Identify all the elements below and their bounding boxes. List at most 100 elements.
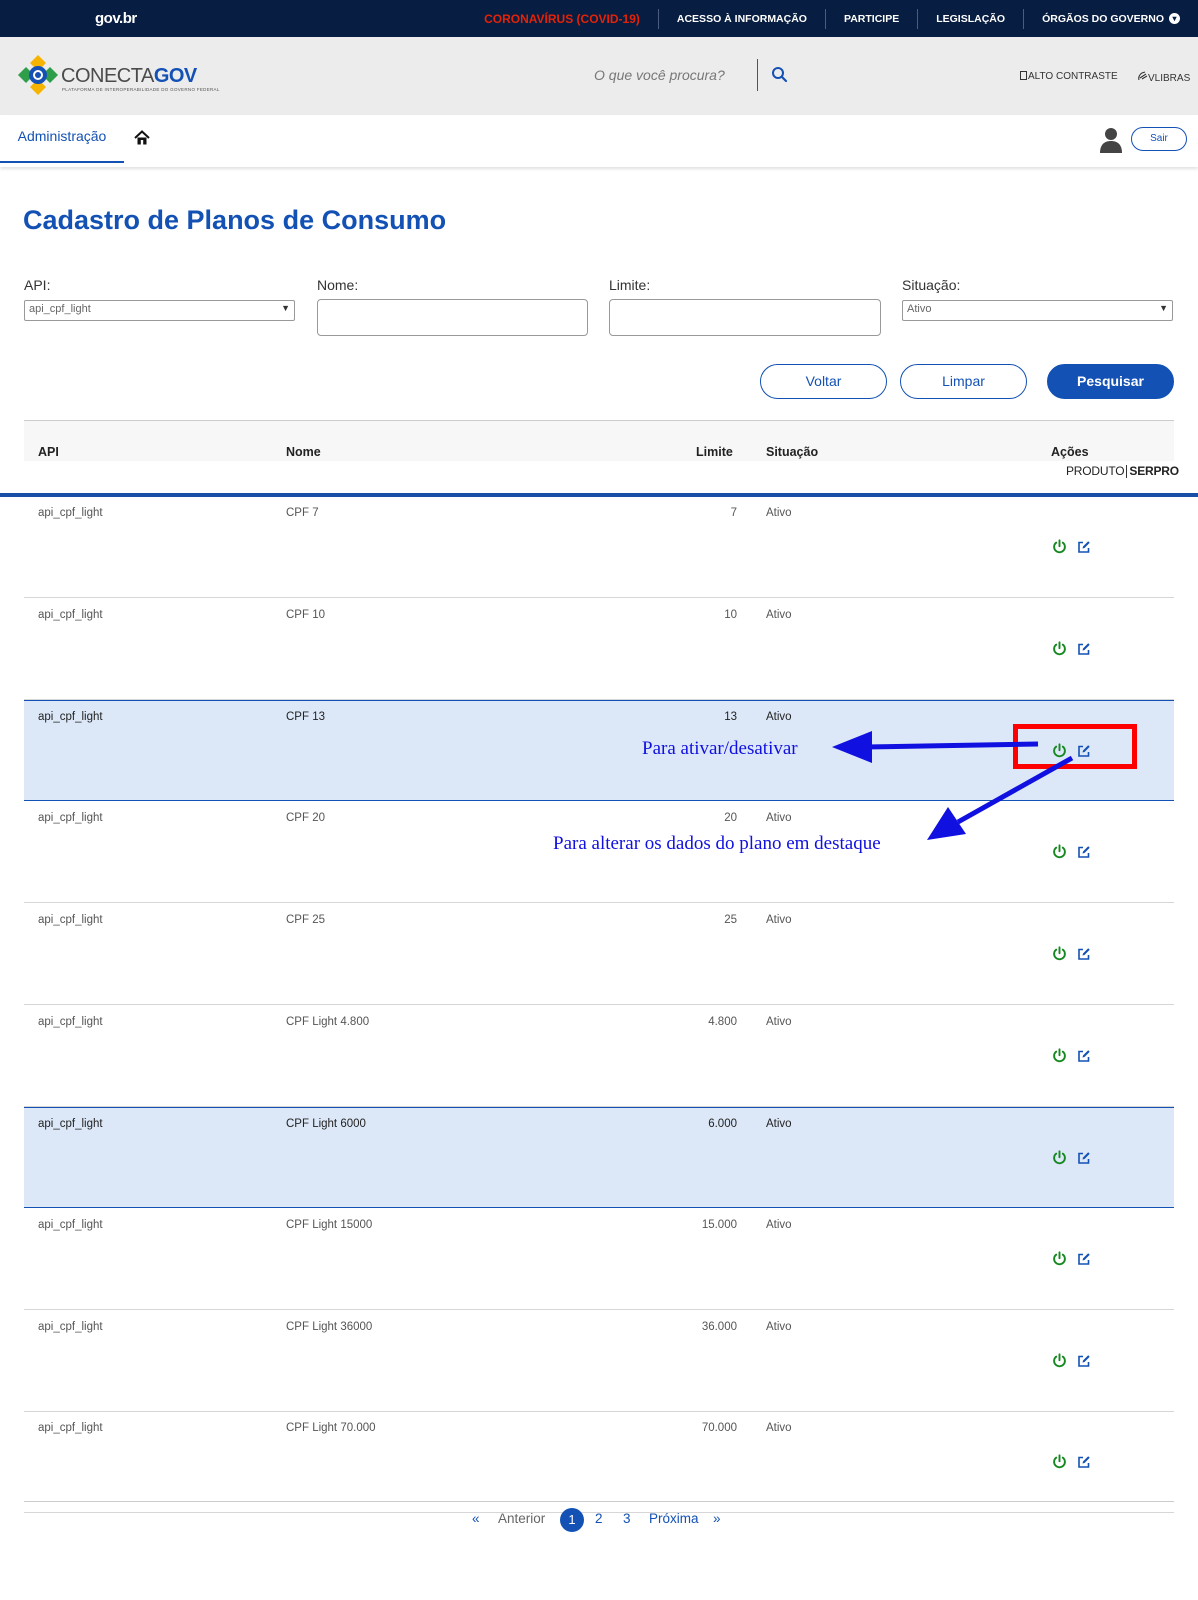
table-row: api_cpf_light CPF Light 36000 36.000 Ativo [24, 1311, 1174, 1412]
table-row: api_cpf_light CPF 13 13 Ativo [24, 700, 1174, 801]
govbr-bar: gov.br CORONAVÍRUS (COVID-19) ACESSO À I… [0, 0, 1198, 37]
edit-icon[interactable] [1077, 540, 1091, 554]
search-icon[interactable] [770, 65, 790, 85]
cell-api: api_cpf_light [38, 1422, 103, 1434]
gov-link-acesso[interactable]: ACESSO À INFORMAÇÃO [657, 8, 825, 29]
col-header-situacao[interactable]: Situação [766, 445, 818, 459]
col-header-api[interactable]: API [38, 445, 59, 459]
govbr-logo[interactable]: gov.br [95, 10, 137, 27]
pagination: « Anterior 1 2 3 Próxima » [0, 1505, 1198, 1535]
conectagov-logo-subtitle: PLATAFORMA DE INTEROPERABILIDADE DO GOVE… [62, 87, 220, 92]
cell-nome: CPF Light 70.000 [286, 1422, 376, 1434]
cell-nome: CPF 7 [286, 507, 319, 519]
col-header-nome[interactable]: Nome [286, 445, 321, 459]
table-header [24, 421, 1174, 461]
cell-situacao: Ativo [766, 1016, 792, 1028]
cell-nome: CPF 20 [286, 812, 325, 824]
page-3-button[interactable]: 3 [623, 1511, 631, 1526]
search-input[interactable]: O que você procura? [594, 67, 725, 83]
home-icon[interactable] [134, 130, 150, 146]
edit-icon[interactable] [1077, 845, 1091, 859]
api-select-value: api_cpf_light [29, 303, 91, 315]
gov-link-orgaos-label: ÓRGÃOS DO GOVERNO [1042, 12, 1164, 25]
table-row: api_cpf_light CPF Light 4.800 4.800 Ativo [24, 1006, 1174, 1107]
cell-nome: CPF Light 4.800 [286, 1016, 370, 1028]
chevron-down-icon: ▼ [281, 303, 290, 313]
produto-serpro-label: PRODUTO SERPRO [1066, 464, 1179, 479]
vlibras-label: VLIBRAS [1148, 73, 1191, 84]
gov-link-orgaos[interactable]: ÓRGÃOS DO GOVERNO ▾ [1023, 8, 1198, 29]
cell-situacao: Ativo [766, 609, 792, 621]
limite-input[interactable] [609, 299, 881, 336]
cell-limite: 4.800 [708, 1016, 737, 1028]
last-page-icon[interactable]: » [713, 1511, 721, 1526]
gov-link-participe[interactable]: PARTICIPE [824, 8, 917, 29]
gov-link-covid[interactable]: CORONAVÍRUS (COVID-19) [466, 9, 658, 29]
table-row: api_cpf_light CPF Light 15000 15.000 Ativo [24, 1209, 1174, 1310]
alto-contraste-button[interactable]: ALTO CONTRASTE [1020, 71, 1118, 82]
situacao-select[interactable]: Ativo ▼ [902, 300, 1173, 321]
first-page-icon[interactable]: « [472, 1511, 480, 1526]
power-toggle-icon[interactable] [1052, 1251, 1067, 1266]
cell-api: api_cpf_light [38, 812, 103, 824]
pesquisar-button[interactable]: Pesquisar [1047, 364, 1174, 399]
cell-nome: CPF 13 [286, 711, 325, 723]
pagination-proxima[interactable]: Próxima [649, 1511, 699, 1526]
cell-situacao: Ativo [766, 711, 792, 723]
gov-link-legislacao[interactable]: LEGISLAÇÃO [917, 8, 1023, 29]
power-toggle-icon[interactable] [1052, 1048, 1067, 1063]
cell-situacao: Ativo [766, 507, 792, 519]
page-1-button[interactable]: 1 [560, 1508, 584, 1532]
power-toggle-icon[interactable] [1052, 1454, 1067, 1469]
vlibras-button[interactable]: VLIBRAS [1137, 71, 1190, 84]
api-select[interactable]: api_cpf_light ▼ [24, 300, 295, 321]
power-toggle-icon[interactable] [1052, 1150, 1067, 1165]
edit-icon[interactable] [1077, 1455, 1091, 1469]
cell-limite: 13 [724, 711, 737, 723]
api-label: API: [24, 277, 51, 293]
conectagov-logo-icon[interactable] [14, 53, 62, 97]
cell-nome: CPF Light 15000 [286, 1219, 373, 1231]
edit-icon[interactable] [1077, 1354, 1091, 1368]
user-avatar-icon[interactable] [1099, 126, 1123, 154]
annotation-highlight-box [1013, 724, 1137, 769]
power-toggle-icon[interactable] [1052, 1353, 1067, 1368]
cell-nome: CPF 10 [286, 609, 325, 621]
tab-administracao[interactable]: Administração [0, 115, 124, 163]
cell-nome: CPF Light 36000 [286, 1321, 373, 1333]
voltar-button[interactable]: Voltar [760, 364, 887, 399]
cell-situacao: Ativo [766, 1219, 792, 1231]
page-2-button[interactable]: 2 [595, 1511, 603, 1526]
cell-situacao: Ativo [766, 1321, 792, 1333]
power-toggle-icon[interactable] [1052, 641, 1067, 656]
conectagov-logo-text: CONECTAGOV [61, 65, 197, 87]
col-header-limite[interactable]: Limite [696, 445, 733, 459]
edit-icon[interactable] [1077, 1049, 1091, 1063]
nome-input[interactable] [317, 299, 588, 336]
search-divider [757, 59, 758, 91]
cell-api: api_cpf_light [38, 1219, 103, 1231]
govbr-links: CORONAVÍRUS (COVID-19) ACESSO À INFORMAÇ… [466, 0, 1198, 37]
cell-nome: CPF Light 6000 [286, 1118, 366, 1130]
table-row: api_cpf_light CPF 10 10 Ativo [24, 599, 1174, 700]
situacao-select-value: Ativo [907, 303, 932, 315]
pagination-anterior[interactable]: Anterior [498, 1511, 545, 1526]
contrast-icon [1020, 71, 1027, 80]
logout-button[interactable]: Sair [1131, 127, 1187, 151]
limpar-button[interactable]: Limpar [900, 364, 1027, 399]
cell-limite: 10 [724, 609, 737, 621]
table-row: api_cpf_light CPF 25 25 Ativo [24, 904, 1174, 1005]
edit-icon[interactable] [1077, 1252, 1091, 1266]
alto-contraste-label: ALTO CONTRASTE [1028, 71, 1118, 82]
edit-icon[interactable] [1077, 947, 1091, 961]
power-toggle-icon[interactable] [1052, 539, 1067, 554]
cell-api: api_cpf_light [38, 507, 103, 519]
edit-icon[interactable] [1077, 642, 1091, 656]
power-toggle-icon[interactable] [1052, 844, 1067, 859]
cell-situacao: Ativo [766, 1118, 792, 1130]
col-header-acoes: Ações [1051, 445, 1089, 459]
table-row: api_cpf_light CPF Light 6000 6.000 Ativo [24, 1107, 1174, 1208]
table-row: api_cpf_light CPF Light 70.000 70.000 Ativo [24, 1412, 1174, 1513]
edit-icon[interactable] [1077, 1151, 1091, 1165]
power-toggle-icon[interactable] [1052, 946, 1067, 961]
